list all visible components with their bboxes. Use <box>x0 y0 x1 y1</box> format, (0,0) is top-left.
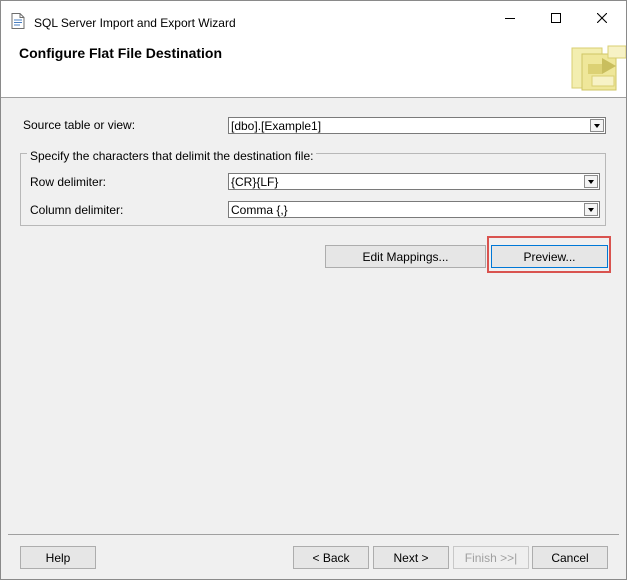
chevron-down-icon[interactable] <box>590 119 604 132</box>
wizard-header: Configure Flat File Destination <box>1 34 626 98</box>
maximize-button[interactable] <box>533 1 579 34</box>
source-table-value: [dbo].[Example1] <box>231 119 322 133</box>
flat-file-wizard-graphic-icon <box>571 45 626 91</box>
row-delimiter-combobox[interactable]: {CR}{LF} <box>228 173 600 190</box>
cancel-button[interactable]: Cancel <box>532 546 608 569</box>
source-table-combobox[interactable]: [dbo].[Example1] <box>228 117 606 134</box>
close-button[interactable] <box>579 1 625 34</box>
window-title: SQL Server Import and Export Wizard <box>34 16 236 30</box>
page-title: Configure Flat File Destination <box>19 45 223 61</box>
footer-separator <box>8 534 619 535</box>
close-icon <box>597 12 607 23</box>
back-button[interactable]: < Back <box>293 546 369 569</box>
edit-mappings-button[interactable]: Edit Mappings... <box>325 245 486 268</box>
preview-highlight-box <box>487 236 611 273</box>
title-bar[interactable]: SQL Server Import and Export Wizard <box>1 1 626 34</box>
source-table-label: Source table or view: <box>23 118 136 132</box>
finish-button[interactable]: Finish >>| <box>453 546 529 569</box>
maximize-icon <box>551 12 561 23</box>
chevron-down-icon[interactable] <box>584 175 598 188</box>
wizard-window: SQL Server Import and Export Wizard Conf… <box>0 0 627 580</box>
column-delimiter-combobox[interactable]: Comma {,} <box>228 201 600 218</box>
minimize-button[interactable] <box>487 1 533 34</box>
delimiter-group-caption: Specify the characters that delimit the … <box>27 149 317 163</box>
next-button[interactable]: Next > <box>373 546 449 569</box>
row-delimiter-value: {CR}{LF} <box>231 175 279 189</box>
app-document-icon <box>11 13 25 29</box>
minimize-icon <box>505 17 515 19</box>
help-button[interactable]: Help <box>20 546 96 569</box>
chevron-down-icon[interactable] <box>584 203 598 216</box>
row-delimiter-label: Row delimiter: <box>30 175 107 189</box>
column-delimiter-value: Comma {,} <box>231 203 288 217</box>
column-delimiter-label: Column delimiter: <box>30 203 124 217</box>
